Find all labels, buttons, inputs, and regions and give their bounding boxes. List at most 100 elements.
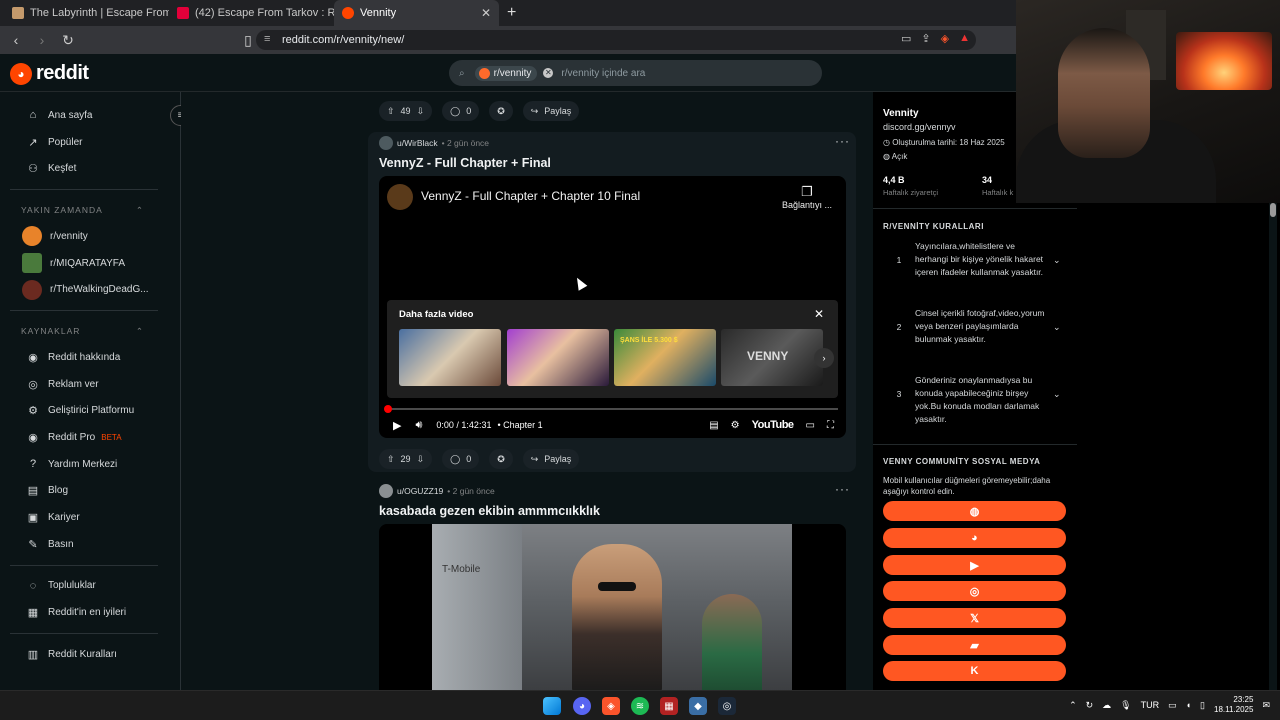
reddit-logo[interactable]: ◕ reddit bbox=[10, 62, 89, 85]
share-button[interactable]: ↪ Paylaş bbox=[522, 449, 580, 469]
user-avatar[interactable] bbox=[379, 484, 393, 498]
youtube-button[interactable]: ▶ bbox=[883, 555, 1066, 575]
play-icon[interactable]: ▶ bbox=[393, 419, 401, 432]
sync-icon[interactable]: ↻ bbox=[1086, 700, 1094, 711]
clear-chip-icon[interactable]: ✕ bbox=[543, 68, 554, 78]
rule-item[interactable]: 1 Yayıncılara,whitelistlere ve herhangi b… bbox=[883, 240, 1069, 279]
share-icon[interactable]: ⇪ bbox=[921, 32, 930, 45]
copy-link-button[interactable]: ❐ Bağlantıyı ... bbox=[782, 184, 832, 210]
channel-avatar[interactable] bbox=[387, 184, 413, 210]
chevron-down-icon[interactable]: ⌄ bbox=[1053, 254, 1061, 267]
forward-icon[interactable]: › bbox=[32, 32, 52, 48]
post-title[interactable]: VennyZ - Full Chapter + Final bbox=[379, 156, 551, 170]
award-button[interactable]: ✪ bbox=[489, 449, 513, 469]
x-button[interactable]: 𝕏 bbox=[883, 608, 1066, 628]
nav-press[interactable]: ✎ Basın bbox=[0, 531, 180, 558]
brave-app-icon[interactable]: ◈ bbox=[602, 697, 620, 715]
post-author[interactable]: u/OGUZZ19 bbox=[397, 486, 443, 496]
browser-tab-3[interactable]: Vennity ✕ bbox=[334, 0, 499, 26]
url-field[interactable]: ≡ reddit.com/r/vennity/new/ bbox=[256, 30, 976, 50]
upvote-icon[interactable]: ⇧ bbox=[387, 106, 395, 117]
chevron-down-icon[interactable]: ⌄ bbox=[1053, 321, 1061, 334]
comments-button[interactable]: ◯ 0 bbox=[442, 101, 480, 121]
search-bar[interactable]: ⌕ r/vennity ✕ r/vennity içinde ara bbox=[449, 60, 822, 86]
nav-communities[interactable]: ◌ Topluluklar bbox=[0, 573, 180, 600]
upvote-icon[interactable]: ⇧ bbox=[387, 454, 395, 465]
chevron-down-icon[interactable]: ⌄ bbox=[1053, 388, 1061, 401]
clock[interactable]: 23:25 18.11.2025 bbox=[1214, 695, 1253, 715]
windows-start-icon[interactable] bbox=[543, 697, 561, 715]
user-avatar[interactable] bbox=[379, 136, 393, 150]
video-thumbnail[interactable] bbox=[507, 329, 609, 386]
browser-tab-2[interactable]: (42) Escape From Tarkov : RTX 4090 2 bbox=[169, 0, 334, 26]
nav-blog[interactable]: ▤ Blog bbox=[0, 478, 180, 505]
settings-gear-icon[interactable]: ⚙ bbox=[731, 420, 740, 431]
volume-icon[interactable]: ◖ bbox=[1186, 700, 1191, 710]
nav-home[interactable]: ⌂ Ana sayfa bbox=[0, 102, 180, 129]
brave-shield-icon[interactable]: ◈ bbox=[941, 32, 949, 45]
kick-button[interactable]: K bbox=[883, 661, 1066, 681]
reload-icon[interactable]: ↻ bbox=[58, 32, 78, 49]
vote-control[interactable]: ⇧ 49 ⇩ bbox=[379, 101, 433, 121]
close-icon[interactable]: ✕ bbox=[814, 307, 824, 321]
recent-community-twd[interactable]: r/TheWalkingDeadG... bbox=[0, 276, 180, 303]
nav-advertise[interactable]: ◎ Reklam ver bbox=[0, 371, 180, 398]
recent-community-vennity[interactable]: r/vennity bbox=[0, 223, 180, 250]
video-progress-bar[interactable] bbox=[384, 405, 838, 413]
award-button[interactable]: ✪ bbox=[489, 101, 513, 121]
search-input[interactable]: r/vennity içinde ara bbox=[561, 68, 645, 79]
downvote-icon[interactable]: ⇩ bbox=[417, 106, 425, 117]
post-title[interactable]: kasabada gezen ekibin ammmcııkklık bbox=[379, 504, 600, 518]
comments-button[interactable]: ◯ 0 bbox=[442, 449, 480, 469]
post-options-icon[interactable]: ··· bbox=[835, 482, 850, 496]
video-thumbnail[interactable]: ŞANS İLE 5.300 $ bbox=[614, 329, 716, 386]
fullscreen-icon[interactable]: ⛶ bbox=[827, 420, 834, 431]
discord-app-icon[interactable]: ◕ bbox=[573, 697, 591, 715]
network-app-icon[interactable]: ◆ bbox=[689, 697, 707, 715]
new-tab-button[interactable]: + bbox=[507, 4, 516, 22]
video-thumbnail[interactable]: VENNY bbox=[721, 329, 823, 386]
battery-icon[interactable]: ▯ bbox=[1200, 700, 1205, 711]
nav-reddit-rules[interactable]: ▥ Reddit Kuralları bbox=[0, 641, 180, 668]
twitch-button[interactable]: ▰ bbox=[883, 635, 1066, 655]
game-launcher-icon[interactable]: ▦ bbox=[660, 697, 678, 715]
progress-handle[interactable] bbox=[384, 405, 392, 413]
community-link[interactable]: discord.gg/vennyv bbox=[883, 122, 1005, 132]
post-author[interactable]: u/WirBlack bbox=[397, 138, 438, 148]
network-icon[interactable]: ▭ bbox=[1168, 700, 1177, 711]
share-button[interactable]: ↪ Paylaş bbox=[522, 101, 580, 121]
instagram-button[interactable]: ◎ bbox=[883, 581, 1066, 601]
language-indicator[interactable]: TUR bbox=[1141, 700, 1160, 710]
post-video[interactable]: T-Mobile bbox=[379, 524, 846, 690]
recent-community-miqaratayfa[interactable]: r/MIQARATAYFA bbox=[0, 250, 180, 277]
rule-item[interactable]: 3 Gönderiniz onaylanmadıysa bu konuda yap… bbox=[883, 374, 1069, 426]
youtube-embed-player[interactable]: VennyZ - Full Chapter + Chapter 10 Final… bbox=[379, 176, 846, 438]
discord-button[interactable]: ◕ bbox=[883, 528, 1066, 548]
nav-popular[interactable]: ↗ Popüler bbox=[0, 129, 180, 156]
chevron-right-icon[interactable]: › bbox=[814, 348, 834, 368]
close-tab-icon[interactable]: ✕ bbox=[481, 6, 491, 20]
nav-about-reddit[interactable]: ◉ Reddit hakkında bbox=[0, 344, 180, 371]
bookmark-icon[interactable]: ▯ bbox=[238, 32, 258, 49]
notification-icon[interactable]: ✉ bbox=[1262, 700, 1270, 711]
microphone-icon[interactable]: 🎙︎ bbox=[1120, 700, 1131, 711]
nav-developer[interactable]: ⚙ Geliştirici Platformu bbox=[0, 398, 180, 425]
spotify-app-icon[interactable]: ≋ bbox=[631, 697, 649, 715]
volume-icon[interactable]: 🔊︎ bbox=[415, 419, 422, 432]
site-info-icon[interactable]: ≡ bbox=[264, 33, 270, 45]
steam-app-icon[interactable]: ◎ bbox=[718, 697, 736, 715]
rewards-icon[interactable]: ▲ bbox=[959, 32, 970, 45]
vote-control[interactable]: ⇧ 29 ⇩ bbox=[379, 449, 433, 469]
nav-best-of[interactable]: ▦ Reddit'in en iyileri bbox=[0, 599, 180, 626]
downvote-icon[interactable]: ⇩ bbox=[417, 454, 425, 465]
cast-icon[interactable]: ▭ bbox=[901, 32, 911, 45]
video-thumbnail[interactable] bbox=[399, 329, 501, 386]
cloud-icon[interactable]: ☁ bbox=[1102, 700, 1111, 711]
website-button[interactable]: ◍ bbox=[883, 501, 1066, 521]
page-scrollbar[interactable] bbox=[1269, 200, 1277, 690]
back-icon[interactable]: ‹ bbox=[6, 32, 26, 48]
rule-item[interactable]: 2 Cinsel içerikli fotoğraf,video,yorum ve… bbox=[883, 307, 1069, 346]
video-title[interactable]: VennyZ - Full Chapter + Chapter 10 Final bbox=[421, 189, 640, 203]
post-options-icon[interactable]: ··· bbox=[835, 134, 850, 148]
nav-help[interactable]: ? Yardım Merkezi bbox=[0, 451, 180, 478]
